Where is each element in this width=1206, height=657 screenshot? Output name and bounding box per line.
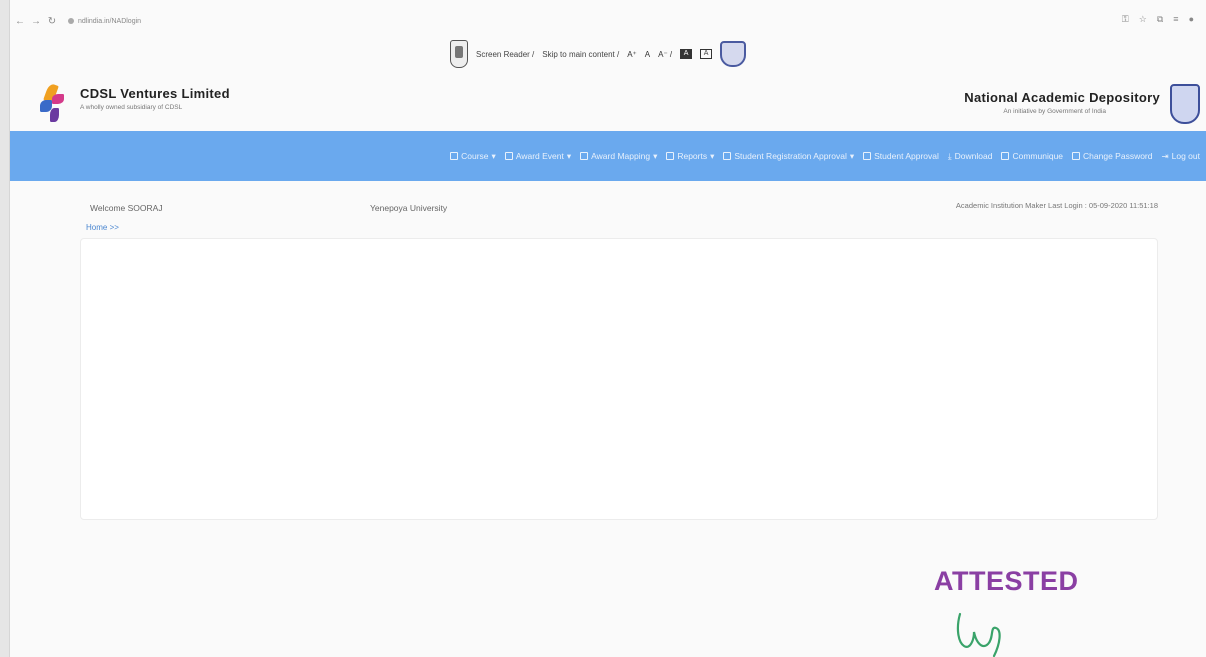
star-icon[interactable]: ☆	[1139, 14, 1147, 25]
logout-icon: ⇥	[1161, 150, 1169, 161]
nav-item-label: Course	[461, 151, 489, 161]
clipboard-icon	[1072, 152, 1081, 160]
clipboard-icon	[450, 152, 459, 160]
clipboard-icon	[863, 152, 872, 160]
download-icon: ⤓	[947, 150, 952, 161]
main-nav: Course ▾ Award Event ▾ Award Mapping ▾ Repo…	[10, 131, 1206, 181]
font-increase-button[interactable]: A⁺	[627, 50, 637, 59]
browser-actions: ⚿ ☆ ⧉ ≡ ●	[1122, 14, 1194, 25]
brand-subtitle: A wholly owned subsidiary of CDSL	[80, 104, 183, 111]
welcome-text: Welcome SOORAJ	[90, 203, 163, 213]
chevron-down-icon: ▾	[849, 150, 855, 161]
screen-reader-link[interactable]: Screen Reader /	[476, 50, 534, 59]
clipboard-icon	[504, 152, 513, 160]
site-info-icon[interactable]	[68, 18, 74, 24]
nad-subtitle: An initiative by Government of India	[1003, 108, 1106, 115]
university-name: Yenepoya University	[370, 203, 448, 213]
nav-item-student-approval[interactable]: Student Approval	[863, 151, 939, 161]
light-contrast-button[interactable]: A	[700, 49, 713, 59]
nav-item-label: Log out	[1171, 151, 1200, 161]
nav-item-label: Change Password	[1083, 151, 1153, 161]
scan-edge	[0, 0, 10, 657]
signature-mark	[956, 612, 1001, 657]
nav-item-reports[interactable]: Reports ▾	[666, 151, 714, 162]
main-content-panel	[80, 238, 1158, 520]
clipboard-icon	[723, 152, 732, 160]
nav-item-course[interactable]: Course ▾	[450, 151, 496, 162]
nav-item-label: Award Event	[515, 151, 564, 161]
chevron-down-icon: ▾	[653, 150, 658, 161]
nav-item-award-event[interactable]: Award Event ▾	[504, 150, 572, 162]
nav-item-label: Student Approval	[874, 151, 939, 161]
font-decrease-button[interactable]: A⁻ /	[658, 50, 672, 59]
breadcrumb[interactable]: Home >>	[86, 223, 119, 232]
nav-item-communique[interactable]: Communique	[1001, 151, 1063, 161]
site-header: CDSL Ventures Limited A wholly owned sub…	[18, 80, 1206, 130]
nav-item-label: Download	[954, 151, 993, 161]
nav-item-award-mapping[interactable]: Award Mapping ▾	[580, 151, 657, 162]
forward-icon[interactable]: →	[30, 16, 42, 27]
attested-stamp: ATTESTED	[934, 566, 1079, 596]
page: ← → ↻ ndlindia.in/NADlogin ⚿ ☆ ⧉ ≡ ● Scr…	[0, 0, 1206, 657]
key-icon[interactable]: ⚿	[1122, 14, 1129, 25]
nav-item-log-out[interactable]: ⇥ Log out	[1162, 151, 1201, 162]
accessibility-bar: Screen Reader / Skip to main content / A…	[450, 36, 747, 72]
chevron-down-icon: ▾	[491, 150, 496, 161]
chevron-down-icon: ▾	[710, 150, 715, 161]
nav-item-change-password[interactable]: Change Password	[1072, 151, 1153, 161]
nav-item-label: Reports	[677, 151, 708, 161]
nav-item-label: Award Mapping	[591, 151, 651, 161]
nad-title: National Academic Depository	[964, 90, 1160, 105]
nad-logo-icon	[1170, 84, 1200, 124]
clipboard-icon	[666, 152, 675, 160]
chevron-down-icon: ▾	[566, 150, 572, 161]
brand-title: CDSL Ventures Limited	[80, 86, 230, 101]
font-normal-button[interactable]: A	[645, 50, 650, 59]
cdsl-logo-icon	[38, 82, 68, 124]
nav-item-label: Communique	[1012, 151, 1064, 161]
extensions-icon[interactable]: ⧉	[1157, 14, 1163, 25]
menu-icon[interactable]: ≡	[1173, 14, 1178, 25]
nav-item-student-registration-approval[interactable]: Student Registration Approval ▾	[723, 151, 854, 162]
skip-to-main-link[interactable]: Skip to main content /	[542, 50, 619, 59]
address-bar[interactable]: ndlindia.in/NADlogin	[78, 18, 141, 25]
back-icon[interactable]: ←	[14, 16, 26, 27]
browser-toolbar: ← → ↻ ndlindia.in/NADlogin ⚿ ☆ ⧉ ≡ ●	[14, 8, 1206, 34]
clipboard-icon	[580, 152, 589, 160]
nav-item-download[interactable]: ⤓ Download	[948, 151, 993, 162]
national-emblem-icon	[450, 40, 468, 68]
reload-icon[interactable]: ↻	[46, 16, 58, 27]
dark-contrast-button[interactable]: A	[680, 49, 693, 59]
clipboard-icon	[1001, 152, 1010, 160]
last-login-text: Academic Institution Maker Last Login : …	[955, 201, 1158, 210]
nad-shield-icon	[720, 41, 747, 67]
profile-icon[interactable]: ●	[1189, 14, 1194, 25]
nav-item-label: Student Registration Approval	[734, 151, 847, 161]
